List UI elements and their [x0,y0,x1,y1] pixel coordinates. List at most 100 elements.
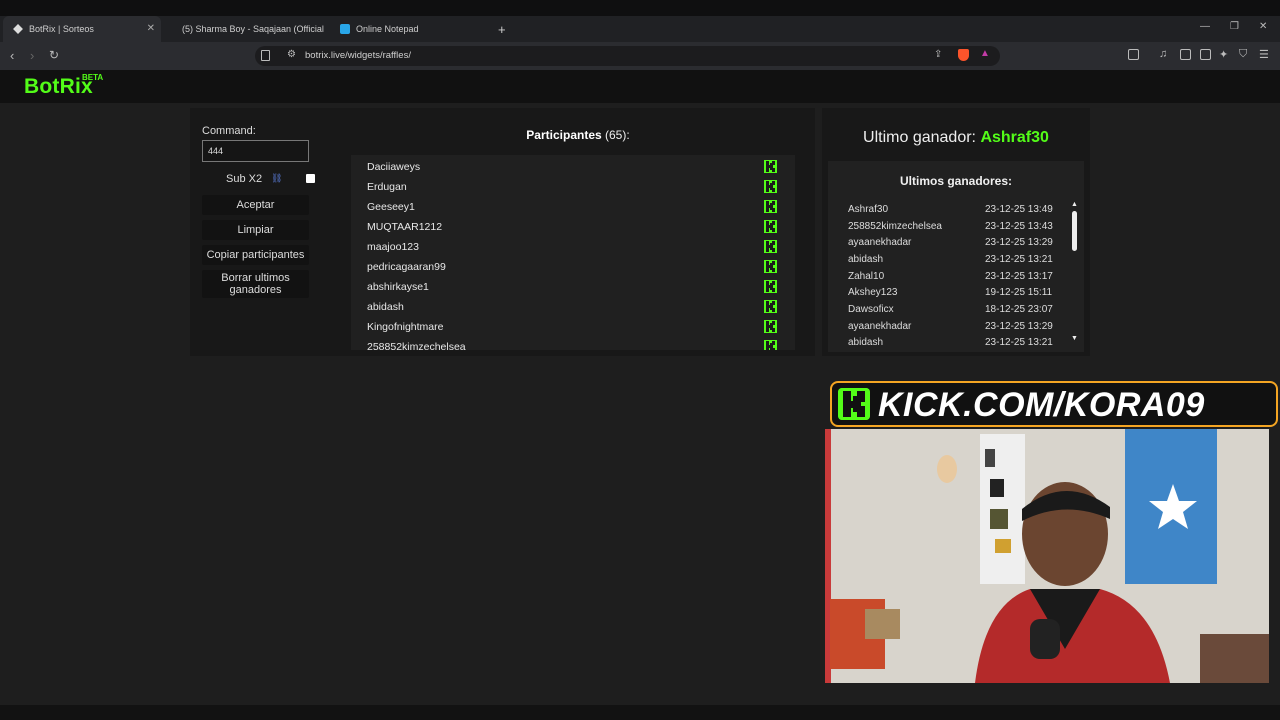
winner-row: ayaanekhadar 23-12-25 13:29 [848,321,1058,332]
info-icon: ⛓ [271,173,283,183]
new-tab-button[interactable]: + [498,16,506,42]
kick-icon [764,340,777,350]
list-item: Kingofnightmare [367,321,444,333]
command-input[interactable] [202,140,309,162]
forward-icon[interactable]: › [30,48,34,63]
winner-date: 19-12-25 15:11 [985,287,1053,298]
kick-icon [764,200,777,213]
winner-name: ayaanekhadar [848,321,912,332]
address-bar[interactable]: ⚙ botrix.live/widgets/raffles/ ⇪ ▲ [255,46,1000,66]
winner-row: Zahal10 23-12-25 13:17 [848,271,1058,282]
webcam-feed [825,429,1269,683]
leo-ai-icon[interactable]: ✦ [1219,48,1228,61]
participants-colon: : [626,128,630,142]
scroll-down-icon[interactable]: ▼ [1071,335,1078,342]
music-icon[interactable]: ♫ [1159,48,1167,60]
webcam-scene [825,429,1269,683]
scroll-up-icon[interactable]: ▲ [1071,201,1078,208]
tab-title: Online Notepad [356,24,419,34]
participants-list[interactable]: Daciiaweys Erdugan Geeseey1 MUQTAAR1212 … [351,155,795,350]
copy-participants-button[interactable]: Copiar participantes [202,245,309,265]
clear-button[interactable]: Limpiar [202,220,309,240]
winner-name: Zahal10 [848,271,885,282]
winner-row: Akshey123 19-12-25 15:11 [848,287,1058,298]
minimize-icon[interactable]: — [1200,21,1210,32]
site-info-icon[interactable]: ⚙ [287,49,296,60]
list-item: pedricagaaran99 [367,261,446,273]
participants-title: Participantes (65): [380,128,776,142]
kick-icon [764,220,777,233]
accept-button[interactable]: Aceptar [202,195,309,215]
menu-icon[interactable]: ☰ [1259,48,1269,61]
vpn-icon[interactable]: ⛉ [1239,48,1247,61]
back-icon[interactable]: ‹ [10,48,14,63]
wallet-icon[interactable] [1200,49,1211,60]
botrix-favicon-icon [13,24,23,34]
kick-channel-text: KICK.COM/KORA09 [878,386,1205,424]
app-header: BotRix BETA [0,71,1280,103]
tab-title: (5) Sharma Boy - Saqajaan (Official M [182,24,326,34]
list-item: 258852kimzechelsea [367,341,466,350]
list-item: Daciiaweys [367,161,421,173]
list-item: Erdugan [367,181,407,193]
scroll-up-icon[interactable]: ▲ [794,157,795,164]
kick-icon [764,160,777,173]
scroll-down-icon[interactable]: ▼ [794,339,795,346]
participants-scrollbar[interactable]: ▲ ▼ [793,155,795,350]
winner-date: 23-12-25 13:17 [985,271,1053,282]
winner-name: ayaanekhadar [848,237,912,248]
winner-date: 23-12-25 13:21 [985,254,1053,265]
tab-notepad[interactable]: Online Notepad [330,16,490,42]
share-icon[interactable]: ⇪ [934,49,942,60]
list-item: Geeseey1 [367,201,415,213]
brave-shields-icon[interactable] [958,49,969,61]
winner-name: Dawsoficx [848,304,894,315]
command-label: Command: [202,125,256,137]
clear-winners-button[interactable]: Borrar ultimos ganadores [202,270,309,298]
tab-youtube[interactable]: (5) Sharma Boy - Saqajaan (Official M [166,16,326,42]
kick-logo-icon [838,388,870,420]
list-item: maajoo123 [367,241,419,253]
winner-row: abidash 23-12-25 13:21 [848,254,1058,265]
winner-date: 18-12-25 23:07 [985,304,1053,315]
participants-count: (65) [605,128,627,142]
winners-list[interactable]: Ultimos ganadores: Ashraf30 23-12-25 13:4… [828,161,1084,352]
last-winner: Ultimo ganador: Ashraf30 [822,129,1090,147]
restore-icon[interactable]: ❐ [1230,21,1239,32]
reload-icon[interactable]: ↻ [49,48,59,62]
sub-x2-checkbox[interactable] [306,174,315,183]
scroll-thumb[interactable] [1072,211,1077,251]
bookmark-icon[interactable] [261,50,270,61]
winner-name: Ashraf30 [848,204,889,215]
list-item: MUQTAAR1212 [367,221,443,233]
list-item: abshirkayse1 [367,281,429,293]
url-text: botrix.live/widgets/raffles/ [305,50,411,61]
winner-row: Ashraf30 23-12-25 13:49 [848,204,1058,215]
winner-date: 23-12-25 13:29 [985,237,1053,248]
close-tab-icon[interactable]: ✕ [147,23,155,34]
winner-date: 23-12-25 13:29 [985,321,1053,332]
sub-x2-label: Sub X2 [226,173,263,185]
kick-channel-banner: KICK.COM/KORA09 [830,381,1278,427]
winner-row: abidash 23-12-25 13:21 [848,337,1058,348]
notepad-favicon-icon [340,24,350,34]
tab-botrix[interactable]: BotRix | Sorteos ✕ [3,16,161,42]
participants-label: Participantes [526,128,602,142]
winner-name: abidash [848,337,884,348]
winner-row: Dawsoficx 18-12-25 23:07 [848,304,1058,315]
kick-icon [764,280,777,293]
window-close-icon[interactable]: ✕ [1259,21,1267,32]
media-icon[interactable] [1128,49,1139,60]
winners-panel: Ultimo ganador: Ashraf30 Ultimos ganador… [822,108,1090,356]
winners-scrollbar[interactable]: ▲ ▼ [1070,201,1080,349]
kick-icon [764,300,777,313]
sidebar-icon[interactable] [1180,49,1191,60]
brave-rewards-icon[interactable]: ▲ [980,48,990,59]
winner-date: 23-12-25 13:43 [985,221,1053,232]
winner-row: ayaanekhadar 23-12-25 13:29 [848,237,1058,248]
winners-heading: Ultimos ganadores: [899,174,1013,188]
browser-toolbar: ‹ › ↻ ⚙ botrix.live/widgets/raffles/ ⇪ ▲… [0,42,1280,71]
kick-icon [764,180,777,193]
raffle-panel: Command: Sub X2 ⛓ Aceptar Limpiar Copiar… [190,108,815,356]
tab-title: BotRix | Sorteos [29,24,94,34]
